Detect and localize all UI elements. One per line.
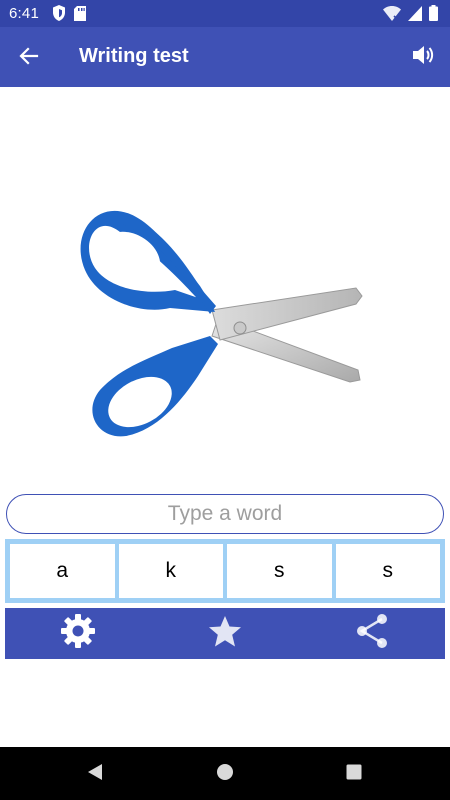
navigation-bar	[0, 747, 450, 800]
signal-icon	[408, 5, 422, 26]
letter-tile[interactable]: k	[118, 544, 223, 598]
nav-home-button[interactable]	[213, 762, 237, 786]
settings-icon	[60, 613, 96, 654]
status-bar: 6:41	[0, 0, 450, 27]
nav-recents-button[interactable]	[342, 762, 366, 786]
letter-tile[interactable]: s	[227, 544, 332, 598]
shield-icon	[52, 5, 66, 26]
favorite-button[interactable]	[152, 608, 299, 659]
wifi-icon	[383, 5, 401, 26]
action-toolbar	[5, 608, 445, 659]
letters-panel: a k s s	[5, 539, 445, 603]
word-picture	[60, 190, 380, 460]
nav-back-button[interactable]	[83, 762, 107, 786]
scissors-icon	[60, 210, 380, 464]
arrow-back-icon	[19, 46, 39, 71]
letter-tile[interactable]: a	[10, 544, 115, 598]
share-button[interactable]	[298, 608, 445, 659]
page-title: Writing test	[79, 45, 189, 67]
share-icon	[355, 613, 389, 654]
star-icon	[208, 615, 242, 653]
sd-card-icon	[74, 5, 86, 26]
circle-home-icon	[216, 763, 234, 786]
word-input[interactable]	[6, 494, 444, 534]
square-recents-icon	[345, 763, 363, 786]
settings-button[interactable]	[5, 608, 152, 659]
volume-icon	[411, 44, 435, 71]
letter-tile[interactable]: s	[335, 544, 440, 598]
status-left-icons	[52, 5, 86, 26]
battery-icon	[429, 5, 438, 26]
triangle-back-icon	[86, 763, 104, 786]
sound-button[interactable]	[408, 42, 438, 72]
status-right-icons	[383, 5, 438, 26]
status-time: 6:41	[9, 5, 39, 22]
app-bar: Writing test	[0, 27, 450, 87]
back-button[interactable]	[14, 43, 44, 73]
